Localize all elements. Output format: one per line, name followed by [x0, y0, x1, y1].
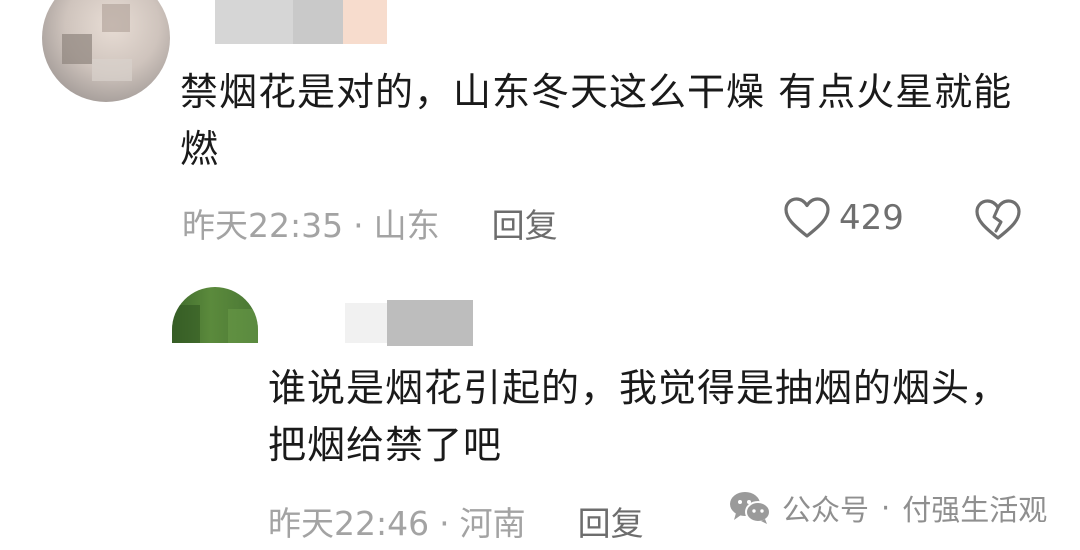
comment-text: 谁说是烟花引起的，我觉得是抽烟的烟头，把烟给禁了吧 [268, 366, 1010, 467]
reply-button[interactable]: 回复 [492, 206, 558, 245]
separator-dot: · [881, 491, 891, 525]
avatar[interactable] [42, 0, 170, 102]
comment-thread: 禁烟花是对的，山东冬天这么干燥 有点火星就能燃 昨天22:35 · 山东 回复 429 [0, 0, 1080, 550]
comment-location: 山东 [373, 206, 440, 245]
avatar[interactable] [172, 287, 258, 343]
like-count: 429 [839, 198, 904, 238]
watermark-prefix: 公众号 [782, 493, 870, 527]
watermark-account-name: 付强生活观 [902, 493, 1048, 527]
like-button[interactable]: 429 [783, 196, 904, 240]
dislike-button[interactable] [974, 198, 1022, 246]
broken-heart-icon [975, 199, 1021, 240]
reply-button[interactable]: 回复 [578, 504, 644, 543]
comment-time: 昨天22:35 [182, 206, 344, 245]
wechat-icon [730, 492, 771, 524]
comment-text: 禁烟花是对的，山东冬天这么干燥 有点火星就能燃 [180, 70, 1013, 171]
watermark: 公众号 · 付强生活观 [728, 487, 1047, 529]
comment-meta: 昨天22:35 · 山东 回复 [182, 199, 558, 247]
heart-outline-icon [784, 197, 830, 238]
separator-dot: · [439, 504, 450, 543]
comment-time: 昨天22:46 [268, 504, 430, 543]
comment-meta: 昨天22:46 · 河南 回复 [268, 497, 644, 545]
separator-dot: · [353, 206, 364, 245]
comment-location: 河南 [459, 504, 526, 543]
